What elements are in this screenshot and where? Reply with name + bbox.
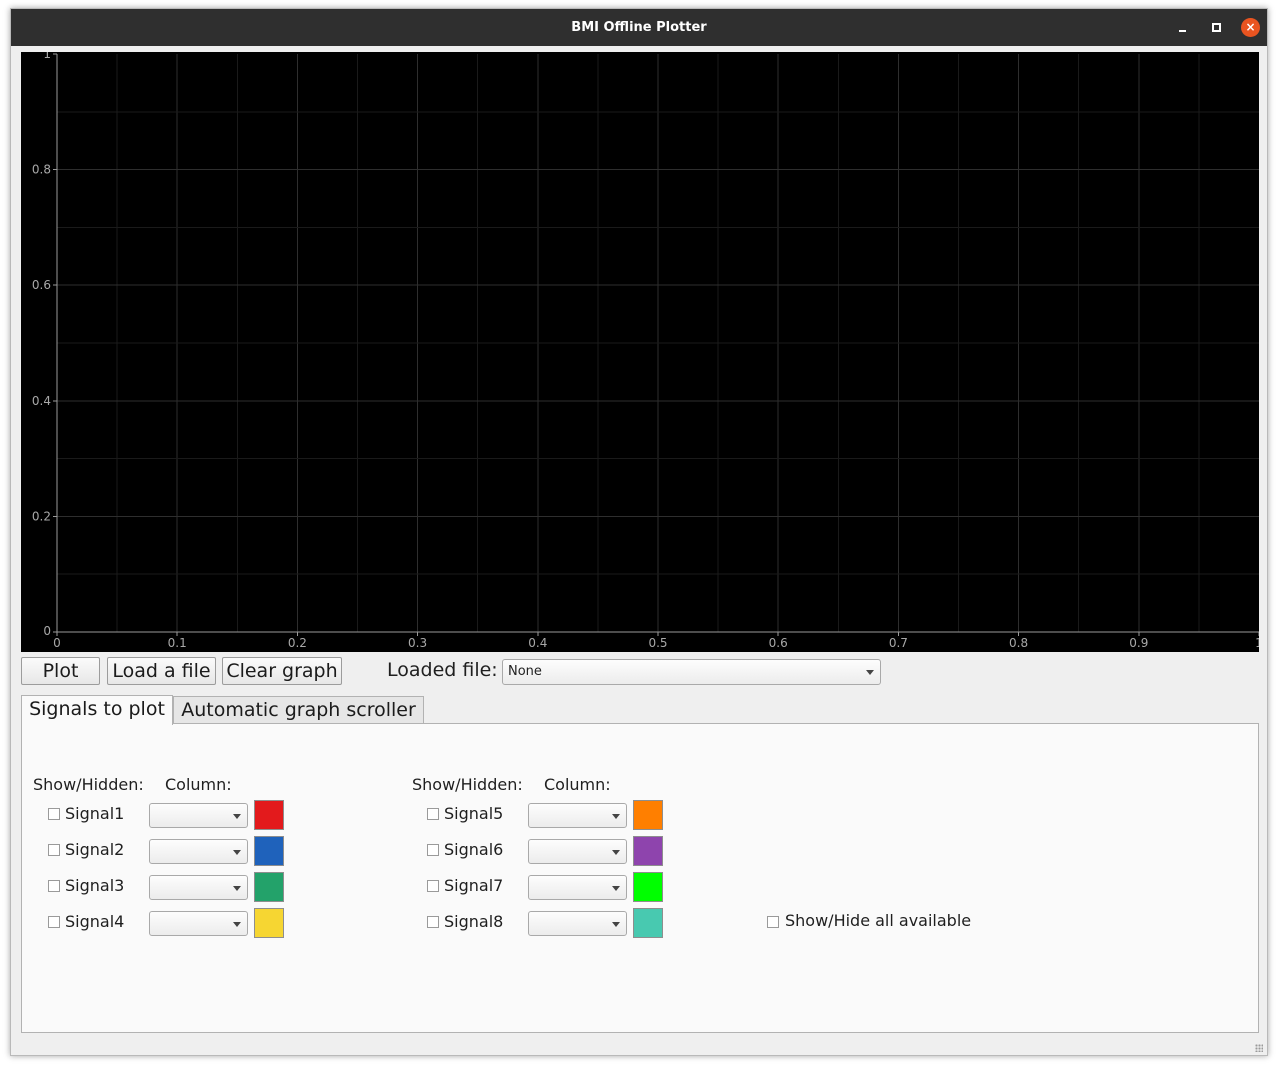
signal1-checkbox[interactable] xyxy=(48,808,60,820)
signal2-checkbox[interactable] xyxy=(48,844,60,856)
signal2-color-swatch[interactable] xyxy=(254,836,284,866)
signal4-column-select[interactable] xyxy=(149,911,248,936)
y-tick-label: 0.8 xyxy=(32,163,51,177)
left-show-hidden-header: Show/Hidden: xyxy=(33,775,144,794)
signals-panel: Show/Hidden: Column: Show/Hidden: Column… xyxy=(21,723,1259,1033)
signal5-column-select[interactable] xyxy=(528,803,627,828)
chevron-down-icon xyxy=(233,921,241,927)
x-tick-label: 0.7 xyxy=(889,636,908,650)
x-tick-label: 0.6 xyxy=(769,636,788,650)
signal7-color-swatch[interactable] xyxy=(633,872,663,902)
signal3-checkbox[interactable] xyxy=(48,880,60,892)
signal5-label: Signal5 xyxy=(444,804,504,823)
chevron-down-icon xyxy=(612,813,620,819)
loaded-file-select[interactable]: None xyxy=(502,659,881,685)
right-show-hidden-header: Show/Hidden: xyxy=(412,775,523,794)
signal4-checkbox[interactable] xyxy=(48,916,60,928)
signal2-label: Signal2 xyxy=(65,840,125,859)
show-hide-all-label: Show/Hide all available xyxy=(785,911,972,930)
x-tick-label: 0.9 xyxy=(1129,636,1148,650)
clear-graph-button[interactable]: Clear graph xyxy=(222,657,342,685)
left-column-header: Column: xyxy=(165,775,232,794)
axes xyxy=(53,53,1259,636)
plot-button[interactable]: Plot xyxy=(21,657,100,685)
plot-canvas[interactable]: 0 0.2 0.4 0.6 0.8 1 0 0.1 0.2 0.3 0.4 0.5 0.6 0.7 0.8 0… xyxy=(21,52,1259,652)
signal4-label: Signal4 xyxy=(65,912,125,931)
app-window: BMI Offline Plotter × 0 0.2 0.4 0.6 0.8 1 0 0.1… xyxy=(10,8,1268,1056)
signal3-column-select[interactable] xyxy=(149,875,248,900)
title-bar[interactable]: BMI Offline Plotter × xyxy=(11,9,1267,46)
grid-lines xyxy=(57,54,1259,632)
y-tick-label: 0 xyxy=(43,624,51,638)
plot-svg: 0 0.2 0.4 0.6 0.8 1 0 0.1 0.2 0.3 0.4 0.5 0.6 0.7 0.8 0… xyxy=(32,52,1259,650)
loaded-file-label: Loaded file: xyxy=(387,659,498,681)
signal1-column-select[interactable] xyxy=(149,803,248,828)
signal6-color-swatch[interactable] xyxy=(633,836,663,866)
x-tick-label: 1 xyxy=(1255,636,1259,650)
show-hide-all-checkbox[interactable] xyxy=(767,916,779,928)
maximize-icon[interactable] xyxy=(1207,18,1226,37)
signal8-color-swatch[interactable] xyxy=(633,908,663,938)
y-tick-label: 0.6 xyxy=(32,278,51,292)
signal8-column-select[interactable] xyxy=(528,911,627,936)
resize-grip[interactable] xyxy=(1255,1044,1263,1052)
signal8-label: Signal8 xyxy=(444,912,504,931)
window-title: BMI Offline Plotter xyxy=(571,20,707,35)
chevron-down-icon xyxy=(612,885,620,891)
signal3-label: Signal3 xyxy=(65,876,125,895)
signal1-color-swatch[interactable] xyxy=(254,800,284,830)
signal1-label: Signal1 xyxy=(65,804,125,823)
chevron-down-icon xyxy=(866,670,874,675)
signal7-column-select[interactable] xyxy=(528,875,627,900)
x-tick-label: 0 xyxy=(53,636,61,650)
signal5-color-swatch[interactable] xyxy=(633,800,663,830)
x-tick-label: 0.5 xyxy=(648,636,667,650)
signal7-checkbox[interactable] xyxy=(427,880,439,892)
tab-automatic-graph-scroller[interactable]: Automatic graph scroller xyxy=(173,696,424,724)
signal7-label: Signal7 xyxy=(444,876,504,895)
chevron-down-icon xyxy=(233,813,241,819)
signal4-color-swatch[interactable] xyxy=(254,908,284,938)
right-column-header: Column: xyxy=(544,775,611,794)
chevron-down-icon xyxy=(233,885,241,891)
minimize-icon[interactable] xyxy=(1173,18,1192,37)
x-tick-label: 0.8 xyxy=(1009,636,1028,650)
signal2-column-select[interactable] xyxy=(149,839,248,864)
chevron-down-icon xyxy=(612,849,620,855)
x-tick-label: 0.1 xyxy=(168,636,187,650)
signal6-checkbox[interactable] xyxy=(427,844,439,856)
signal6-column-select[interactable] xyxy=(528,839,627,864)
y-tick-label: 1 xyxy=(43,52,51,61)
tick-labels: 0 0.2 0.4 0.6 0.8 1 0 0.1 0.2 0.3 0.4 0.5 0.6 0.7 0.8 0… xyxy=(32,52,1259,650)
y-tick-label: 0.2 xyxy=(32,509,51,523)
signal3-color-swatch[interactable] xyxy=(254,872,284,902)
signal8-checkbox[interactable] xyxy=(427,916,439,928)
tab-signals-to-plot[interactable]: Signals to plot xyxy=(21,695,173,725)
x-tick-label: 0.3 xyxy=(408,636,427,650)
load-file-button[interactable]: Load a file xyxy=(107,657,216,685)
signal6-label: Signal6 xyxy=(444,840,504,859)
x-tick-label: 0.2 xyxy=(288,636,307,650)
chevron-down-icon xyxy=(612,921,620,927)
loaded-file-value: None xyxy=(508,664,542,679)
signal5-checkbox[interactable] xyxy=(427,808,439,820)
y-tick-label: 0.4 xyxy=(32,394,51,408)
close-icon[interactable]: × xyxy=(1241,18,1260,37)
chevron-down-icon xyxy=(233,849,241,855)
x-tick-label: 0.4 xyxy=(528,636,547,650)
